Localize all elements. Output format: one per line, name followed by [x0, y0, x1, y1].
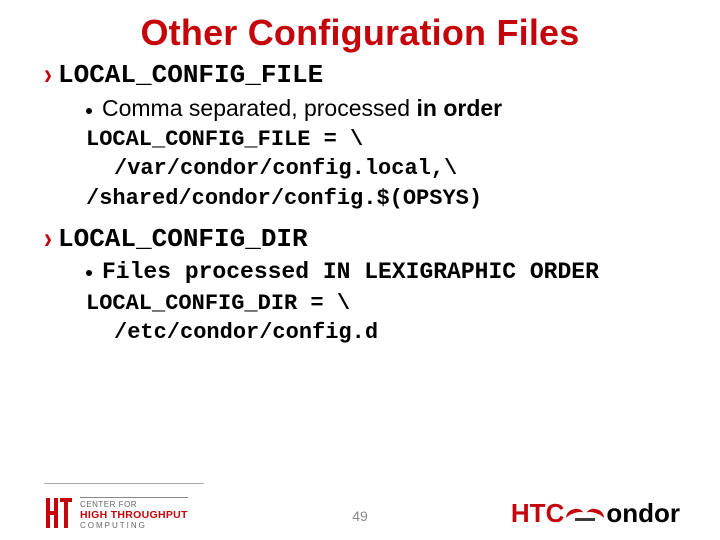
footer: CENTER FOR HIGH THROUGHPUT COMPUTING HTC…	[0, 497, 720, 530]
htcondor-text: ondor	[606, 498, 680, 529]
htcondor-text-black: ondor	[606, 498, 680, 528]
code-line: /shared/condor/config.$(OPSYS)	[86, 184, 676, 214]
footer-left-line3: COMPUTING	[80, 521, 188, 530]
bullet-item: Comma separated, processed in order	[86, 94, 676, 123]
section-heading-row: › LOCAL_CONFIG_DIR	[44, 224, 676, 254]
footer-left-line1: CENTER FOR	[80, 500, 188, 509]
code-line: LOCAL_CONFIG_FILE = \	[86, 125, 676, 155]
bullet-text: Comma separated, processed in order	[102, 94, 502, 123]
slide: Other Configuration Files › LOCAL_CONFIG…	[0, 0, 720, 540]
section-heading: LOCAL_CONFIG_FILE	[58, 60, 323, 90]
bullet-text-bold: in order	[417, 95, 503, 121]
section-body: Comma separated, processed in order LOCA…	[86, 94, 676, 214]
htcondor-text: HTC	[511, 498, 564, 529]
section-heading: LOCAL_CONFIG_DIR	[58, 224, 308, 254]
code-line: /etc/condor/config.d	[114, 318, 676, 348]
htcondor-text-red: HTC	[511, 498, 564, 528]
chevron-icon: ›	[44, 60, 52, 90]
bullet-icon	[86, 108, 92, 114]
divider	[44, 483, 204, 484]
footer-right-logo: HTC ondor	[511, 498, 680, 529]
slide-title: Other Configuration Files	[44, 12, 676, 54]
bullet-text-part: Comma separated, processed	[102, 95, 417, 121]
bird-icon	[568, 501, 602, 523]
bullet-text: Files processed IN LEXIGRAPHIC ORDER	[102, 258, 599, 287]
bullet-item: Files processed IN LEXIGRAPHIC ORDER	[86, 258, 676, 287]
bullet-icon	[86, 270, 92, 276]
ht-mark-icon	[46, 498, 72, 528]
section-heading-row: › LOCAL_CONFIG_FILE	[44, 60, 676, 90]
footer-left-logo: CENTER FOR HIGH THROUGHPUT COMPUTING	[46, 497, 188, 530]
code-line: LOCAL_CONFIG_DIR = \	[86, 289, 676, 319]
section-body: Files processed IN LEXIGRAPHIC ORDER LOC…	[86, 258, 676, 348]
code-line: /var/condor/config.local,\	[114, 154, 676, 184]
footer-left-line2: HIGH THROUGHPUT	[80, 509, 188, 521]
footer-left-text: CENTER FOR HIGH THROUGHPUT COMPUTING	[80, 497, 188, 530]
chevron-icon: ›	[44, 224, 52, 254]
